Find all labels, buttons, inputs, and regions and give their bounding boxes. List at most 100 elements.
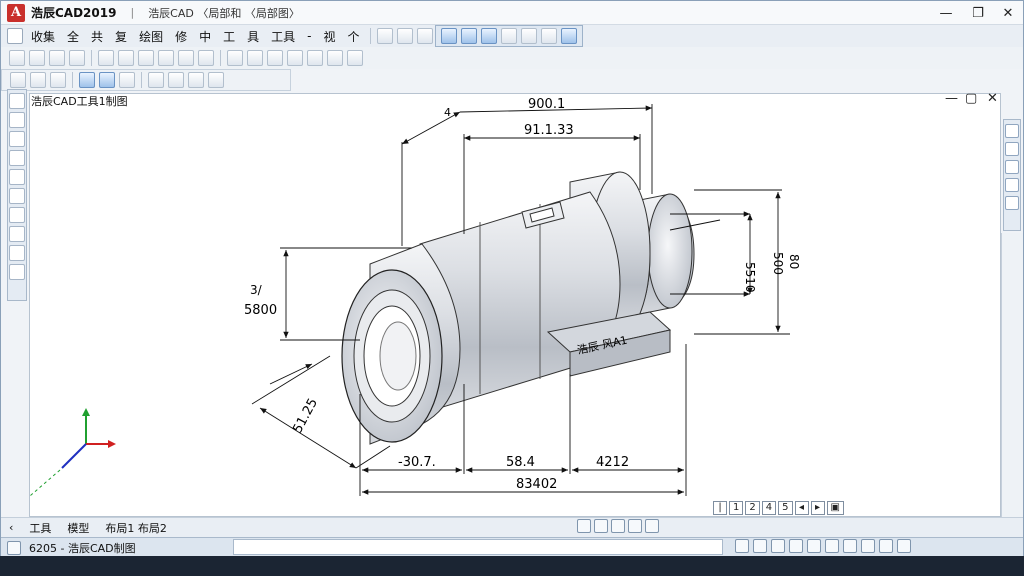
- isolate-icon[interactable]: [825, 539, 839, 553]
- annotation-icon[interactable]: [771, 539, 785, 553]
- zoom-icon[interactable]: [376, 28, 393, 44]
- polyline-icon[interactable]: [29, 50, 45, 66]
- sphere-icon[interactable]: [99, 72, 115, 88]
- palette-lasso-icon[interactable]: [9, 131, 25, 147]
- restore-button[interactable]: ❐: [963, 1, 993, 25]
- tab-arrow[interactable]: ‹: [1, 521, 21, 534]
- close-button[interactable]: ✕: [993, 1, 1023, 25]
- lineweight-toggle-icon[interactable]: [735, 539, 749, 553]
- text-icon[interactable]: [178, 50, 194, 66]
- palette-design-icon[interactable]: [1005, 160, 1019, 174]
- dim-style-icon[interactable]: [460, 28, 477, 44]
- vertical-scrollbar[interactable]: [1001, 233, 1023, 517]
- palette-up-icon[interactable]: [9, 264, 25, 280]
- app-logo-icon[interactable]: A: [7, 3, 25, 22]
- menu-item[interactable]: 个: [342, 28, 366, 45]
- extend-icon[interactable]: [327, 50, 343, 66]
- osnap-icon[interactable]: [645, 519, 659, 533]
- redo-icon[interactable]: [416, 28, 433, 44]
- dropdown-icon[interactable]: [560, 28, 577, 44]
- doc-minimize-button[interactable]: —: [945, 91, 958, 106]
- menu-item[interactable]: 视: [318, 28, 342, 45]
- circle-icon[interactable]: [49, 50, 65, 66]
- erase-icon[interactable]: [347, 50, 363, 66]
- nav-first-button[interactable]: |: [713, 501, 727, 515]
- rectangle-icon[interactable]: [98, 50, 114, 66]
- tab-model[interactable]: 模型: [59, 520, 97, 536]
- nav-prev-button[interactable]: ◂: [794, 501, 809, 515]
- nav-page[interactable]: 2: [745, 501, 760, 515]
- hatch-icon[interactable]: [118, 50, 134, 66]
- match-icon[interactable]: [540, 28, 557, 44]
- tab-tools[interactable]: 工具: [21, 520, 59, 536]
- palette-properties-icon[interactable]: [1005, 124, 1019, 138]
- polar-icon[interactable]: [628, 519, 642, 533]
- layer-icon[interactable]: [500, 28, 517, 44]
- model-toggle-icon[interactable]: [753, 539, 767, 553]
- palette-pencil-icon[interactable]: [9, 169, 25, 185]
- grid-icon[interactable]: [577, 519, 591, 533]
- menu-item[interactable]: 工: [217, 28, 241, 45]
- menu-item[interactable]: 修: [169, 28, 193, 45]
- palette-pen-icon[interactable]: [9, 150, 25, 166]
- menu-item[interactable]: 具: [241, 28, 265, 45]
- ortho-icon[interactable]: [611, 519, 625, 533]
- palette-print-icon[interactable]: [1005, 142, 1019, 156]
- customize-icon[interactable]: [897, 539, 911, 553]
- nav-last-button[interactable]: ▣: [826, 501, 844, 515]
- palette-sheet-icon[interactable]: [1005, 196, 1019, 210]
- menu-app-icon[interactable]: [7, 28, 23, 44]
- grip-icon[interactable]: [50, 72, 66, 88]
- lineweight-icon[interactable]: [168, 72, 184, 88]
- menu-item[interactable]: 共: [85, 28, 109, 45]
- palette-select-icon[interactable]: [9, 112, 25, 128]
- settings-icon[interactable]: [879, 539, 893, 553]
- palette-layer-icon[interactable]: [9, 245, 25, 261]
- nav-page[interactable]: 1: [729, 501, 744, 515]
- pan-icon[interactable]: [396, 28, 413, 44]
- snap-icon[interactable]: [594, 519, 608, 533]
- tab-layouts[interactable]: 布局1 布局2: [97, 520, 175, 536]
- block-icon[interactable]: [138, 50, 154, 66]
- linetype-icon[interactable]: [148, 72, 164, 88]
- menu-item[interactable]: -: [301, 29, 317, 43]
- palette-snap-icon[interactable]: [9, 188, 25, 204]
- status-app-icon[interactable]: [7, 540, 21, 555]
- nav-page[interactable]: 4: [761, 501, 777, 515]
- doc-restore-button[interactable]: ▢: [965, 91, 977, 106]
- move-icon[interactable]: [227, 50, 243, 66]
- edit-icon[interactable]: [208, 72, 224, 88]
- palette-tools-icon[interactable]: [1005, 178, 1019, 192]
- menu-item[interactable]: 收集: [25, 28, 61, 45]
- minimize-button[interactable]: —: [931, 1, 961, 25]
- lock-icon[interactable]: [807, 539, 821, 553]
- layer-dropdown-icon[interactable]: [79, 72, 95, 88]
- drawing-canvas[interactable]: 浩辰 风A1 900.1 91.1.33 4 3/ 5800 51.25 551…: [15, 93, 1001, 517]
- doc-close-button[interactable]: ✕: [987, 91, 998, 106]
- color-icon[interactable]: [119, 72, 135, 88]
- palette-measure-icon[interactable]: [9, 207, 25, 223]
- command-line[interactable]: [233, 539, 723, 555]
- select-icon[interactable]: [30, 72, 46, 88]
- rotate-icon[interactable]: [267, 50, 283, 66]
- nav-next-button[interactable]: ▸: [810, 501, 825, 515]
- menu-item[interactable]: 复: [109, 28, 133, 45]
- scale-icon[interactable]: [287, 50, 303, 66]
- copy-icon[interactable]: [247, 50, 263, 66]
- menu-item[interactable]: 工具: [265, 28, 301, 45]
- palette-hand-icon[interactable]: [9, 226, 25, 242]
- menu-item[interactable]: 全: [61, 28, 85, 45]
- text-style-icon[interactable]: [440, 28, 457, 44]
- insert-icon[interactable]: [158, 50, 174, 66]
- clean-screen-icon[interactable]: [861, 539, 875, 553]
- dimension-icon[interactable]: [198, 50, 214, 66]
- line-icon[interactable]: [9, 50, 25, 66]
- arc-icon[interactable]: [69, 50, 85, 66]
- nav-page[interactable]: 5: [778, 501, 793, 515]
- properties-icon[interactable]: [520, 28, 537, 44]
- workspace-icon[interactable]: [789, 539, 803, 553]
- table-style-icon[interactable]: [480, 28, 497, 44]
- plot-icon[interactable]: [188, 72, 204, 88]
- trim-icon[interactable]: [307, 50, 323, 66]
- arrow-icon[interactable]: [10, 72, 26, 88]
